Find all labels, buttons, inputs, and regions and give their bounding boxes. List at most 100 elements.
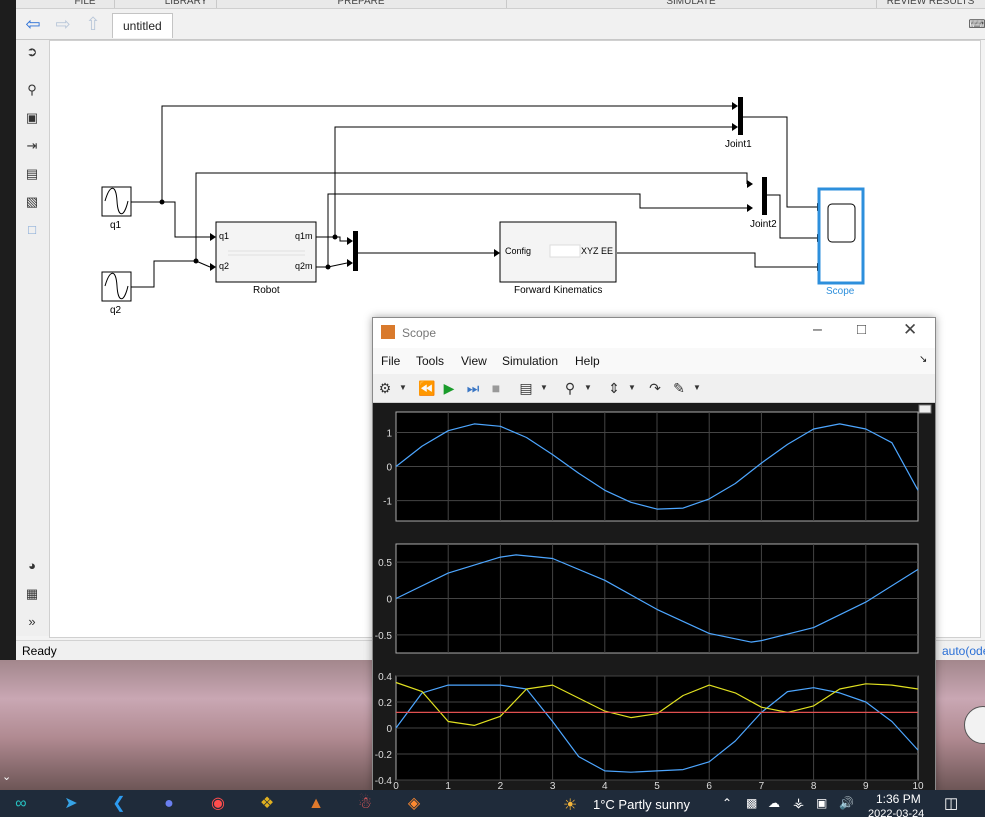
step-forward-icon[interactable]: ⏭: [463, 378, 483, 398]
undock-icon[interactable]: ↘: [919, 354, 927, 365]
dropdown-arrow-icon[interactable]: ▼: [534, 378, 554, 398]
tab-simulate[interactable]: SIMULATE: [506, 0, 877, 8]
taskbar: ∞ ➤ ❮ ● ◉ ❖ ▲ ☃ ◈ ☀ 1°C Partly sunny ⌃ ▩…: [0, 790, 985, 817]
triggers-icon[interactable]: ↷: [645, 378, 665, 398]
scope-toolbar: ⚙ ▼ ⏪ ▶ ⏭ ■ ▤ ▼ ⚲ ▼ ⇕ ▼ ↷ ✎ ▼: [373, 374, 935, 403]
app-red-icon[interactable]: ☃: [352, 793, 378, 815]
scope-plot-area[interactable]: 1 0 -1 0.5 0 -0.5 0.4 0.2 0 -0.2 -0.4 0 1 2 3 4 5 6 7 8 9 10: [373, 403, 935, 792]
robot-port-q1: q1: [219, 231, 230, 241]
tab-file[interactable]: FILE: [56, 0, 115, 8]
up-arrow-icon[interactable]: ⇧: [82, 14, 104, 34]
ea-icon[interactable]: ◉: [205, 793, 231, 815]
run-icon[interactable]: ▶: [439, 378, 459, 398]
tab-library[interactable]: LIBRARY: [156, 0, 217, 8]
app-network-icon[interactable]: ❖: [254, 793, 280, 815]
image-annotation-icon[interactable]: ▧: [22, 193, 42, 211]
y-tick-label: 1: [386, 428, 392, 439]
menu-file[interactable]: File: [381, 354, 400, 368]
onedrive-icon[interactable]: ☁: [768, 796, 780, 810]
menu-view[interactable]: View: [461, 354, 487, 368]
signal-line: [131, 105, 732, 203]
back-arrow-icon[interactable]: ⇦: [22, 14, 44, 34]
notification-icon[interactable]: ◫: [944, 794, 958, 812]
signal-arrow-icon[interactable]: ⇥: [22, 137, 42, 155]
weather-text[interactable]: 1°C Partly sunny: [593, 797, 690, 812]
property-inspector-icon[interactable]: ▦: [22, 585, 42, 603]
microphone-icon[interactable]: ⚶: [793, 795, 804, 811]
sine-q1-block: [101, 186, 132, 217]
dropdown-arrow-icon[interactable]: ▼: [393, 378, 413, 398]
clock-time[interactable]: 1:36 PM: [876, 792, 921, 806]
network-icon[interactable]: ▣: [816, 796, 827, 810]
q2-label: q2: [110, 305, 122, 316]
q1-label: q1: [110, 220, 122, 231]
y-tick-label: 0: [386, 595, 392, 606]
step-back-icon[interactable]: ⏪: [417, 378, 437, 398]
y-tick-label: 0.2: [378, 698, 392, 709]
chevron-down-icon[interactable]: ⌄: [2, 770, 11, 783]
stop-icon[interactable]: ■: [486, 378, 506, 398]
hide-explorer-icon[interactable]: ➲: [22, 43, 42, 61]
block-palette: ➲ ⚲ ▣ ⇥ ▤ ▧ □ ◕ ▦ »: [16, 40, 49, 636]
menu-tools[interactable]: Tools: [416, 354, 444, 368]
weather-icon[interactable]: ☀: [563, 795, 577, 815]
keyboard-icon[interactable]: ⌨: [966, 14, 985, 34]
autoscale-icon[interactable]: ⇕: [604, 378, 624, 398]
app-active-icon[interactable]: ◈: [401, 793, 427, 815]
expand-palette-icon[interactable]: »: [22, 613, 42, 631]
signal-line: [162, 201, 210, 238]
screenshot-camera-icon[interactable]: ◕: [22, 557, 42, 575]
dropdown-arrow-icon[interactable]: ▼: [622, 378, 642, 398]
model-nav-bar: ⇦ ⇨ ⇧ untitled ⌨: [16, 9, 985, 40]
robot-mux: [353, 231, 358, 271]
fk-port-config: Config: [505, 246, 532, 256]
robot-label: Robot: [253, 285, 280, 296]
scope-title: Scope: [402, 326, 437, 340]
menu-help[interactable]: Help: [575, 354, 600, 368]
discord-icon[interactable]: ●: [156, 793, 182, 815]
signal-line: [316, 126, 732, 238]
model-tab-untitled[interactable]: untitled: [112, 13, 173, 38]
scope-axes: 10-10.50-0.50.40.20-0.2-0.4 0 1 2 3 4 5 6 7 8 9 10: [375, 404, 932, 792]
matlab-logo-icon: [381, 325, 395, 339]
annotation-icon[interactable]: ▤: [22, 165, 42, 183]
dropdown-arrow-icon[interactable]: ▼: [687, 378, 707, 398]
tab-review-results[interactable]: REVIEW RESULTS: [876, 0, 985, 8]
robot-port-q2m: q2m: [295, 261, 313, 271]
fit-to-view-icon[interactable]: ▣: [22, 109, 42, 127]
vscode-icon[interactable]: ❮: [106, 793, 132, 815]
clock-date[interactable]: 2022-03-24: [868, 808, 924, 817]
fk-label: Forward Kinematics: [514, 285, 603, 296]
tray-chevron-icon[interactable]: ⌃: [722, 796, 732, 810]
maximize-icon[interactable]: □: [857, 321, 866, 338]
dropdown-arrow-icon[interactable]: ▼: [578, 378, 598, 398]
fk-port-xyz-ee: XYZ EE: [581, 246, 614, 256]
joint2-label: Joint2: [750, 219, 777, 230]
signal-line: [742, 116, 817, 208]
signal-line: [316, 236, 347, 242]
y-tick-label: 0: [386, 463, 392, 474]
measurements-icon[interactable]: ✎: [669, 378, 689, 398]
tab-prepare[interactable]: PREPARE: [216, 0, 507, 8]
scope-window: Scope – □ ✕ File Tools View Simulation H…: [372, 317, 936, 792]
camera-icon[interactable]: ▩: [746, 796, 757, 810]
zoom-in-icon[interactable]: ⚲: [22, 81, 42, 99]
minimize-icon[interactable]: –: [813, 321, 822, 339]
area-icon[interactable]: □: [22, 221, 42, 239]
joint1-mux: [738, 97, 743, 135]
telegram-icon[interactable]: ➤: [58, 793, 84, 815]
volume-icon[interactable]: 🔊: [839, 796, 854, 810]
robot-port-q1m: q1m: [295, 231, 313, 241]
app-infinity-icon[interactable]: ∞: [8, 793, 34, 815]
scope-menubar: File Tools View Simulation Help ↘: [373, 348, 935, 374]
signal-line: [327, 262, 348, 268]
close-icon[interactable]: ✕: [903, 320, 917, 340]
highlight-block-icon[interactable]: ▤: [516, 378, 536, 398]
forward-arrow-icon[interactable]: ⇨: [52, 14, 74, 34]
y-tick-label: -0.5: [375, 631, 393, 642]
solver-link[interactable]: auto(ode: [942, 644, 985, 658]
menu-simulation[interactable]: Simulation: [502, 354, 558, 368]
matlab-icon[interactable]: ▲: [303, 793, 329, 815]
settings-gear-icon[interactable]: ⚙: [375, 378, 395, 398]
zoom-icon[interactable]: ⚲: [560, 378, 580, 398]
